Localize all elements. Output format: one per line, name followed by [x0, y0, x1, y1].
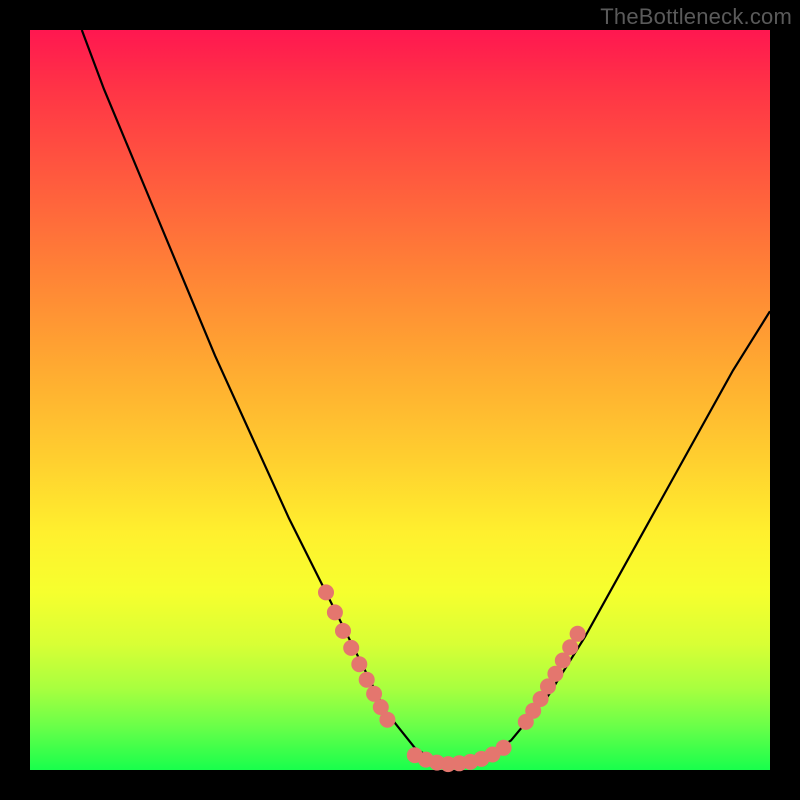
chart-svg — [30, 30, 770, 770]
marker-dot — [318, 584, 334, 600]
marker-dot — [327, 604, 343, 620]
watermark-text: TheBottleneck.com — [600, 4, 792, 30]
marker-dot — [570, 626, 586, 642]
marker-dot — [379, 712, 395, 728]
marker-dot — [335, 623, 351, 639]
marker-dot — [343, 640, 359, 656]
marker-dot — [351, 656, 367, 672]
marker-cluster-bottom — [407, 740, 512, 772]
marker-cluster-right — [518, 626, 586, 730]
marker-dot — [359, 672, 375, 688]
outer-frame: TheBottleneck.com — [0, 0, 800, 800]
marker-dot — [496, 740, 512, 756]
marker-dot — [562, 639, 578, 655]
plot-area — [30, 30, 770, 770]
bottleneck-curve — [82, 30, 770, 763]
